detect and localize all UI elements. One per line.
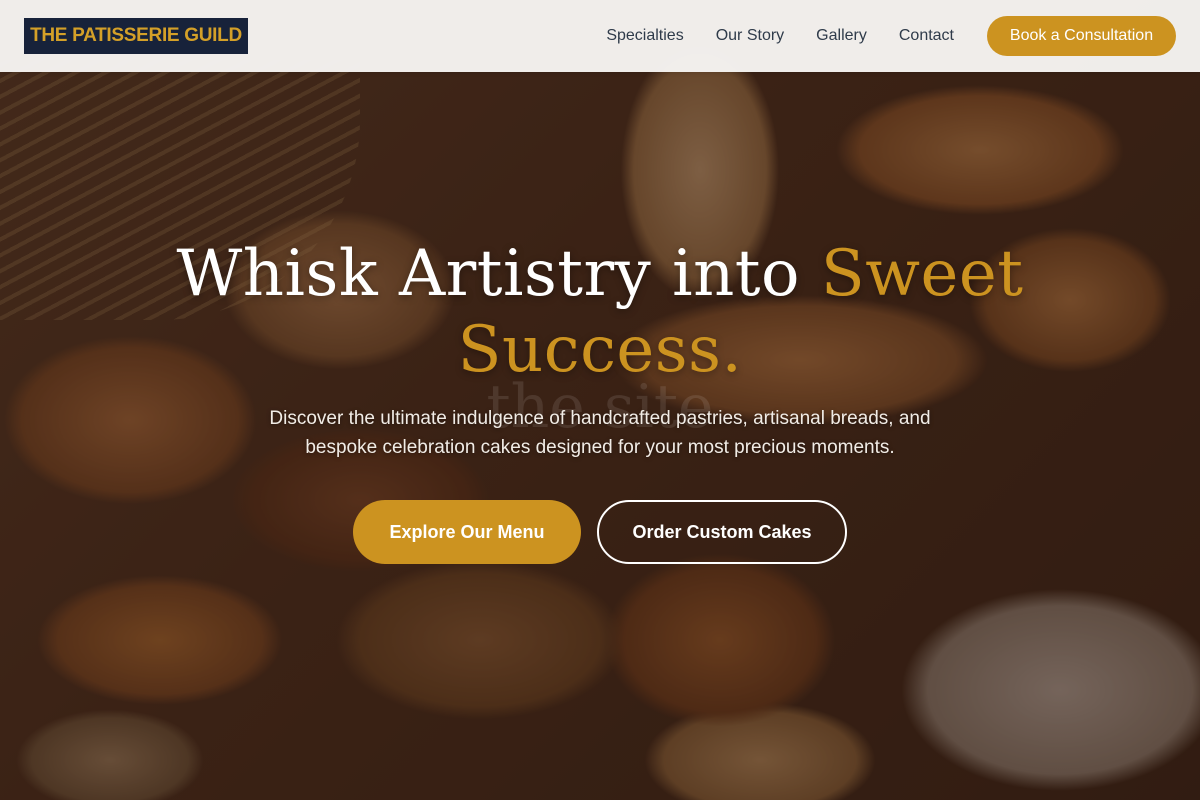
brand-logo[interactable]: THE PATISSERIE GUILD — [24, 18, 248, 54]
headline-main-text: Whisk Artistry into — [176, 237, 821, 311]
site-header: THE PATISSERIE GUILD Specialties Our Sto… — [0, 0, 1200, 72]
hero-overlay — [0, 0, 1200, 800]
nav-link-our-story[interactable]: Our Story — [716, 27, 784, 45]
nav-link-specialties[interactable]: Specialties — [606, 27, 683, 45]
main-nav: Specialties Our Story Gallery Contact — [606, 0, 954, 72]
hero-subtitle: Discover the ultimate indulgence of hand… — [269, 408, 931, 458]
nav-link-contact[interactable]: Contact — [899, 27, 954, 45]
book-consultation-button[interactable]: Book a Consultation — [987, 16, 1176, 56]
order-custom-cakes-button[interactable]: Order Custom Cakes — [597, 500, 847, 564]
explore-menu-button[interactable]: Explore Our Menu — [353, 500, 581, 564]
hero-headline: Whisk Artistry into Sweet Success. — [120, 236, 1080, 388]
nav-link-gallery[interactable]: Gallery — [816, 27, 867, 45]
